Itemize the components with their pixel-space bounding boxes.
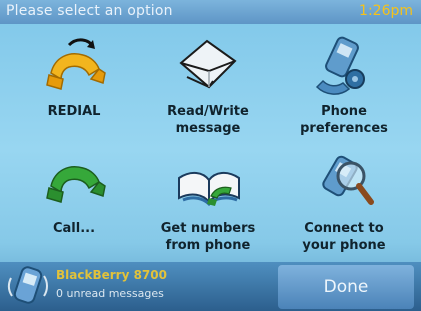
device-name: BlackBerry 8700 — [56, 268, 167, 282]
redial-icon — [46, 38, 106, 90]
bluetooth-phone-icon — [7, 266, 48, 304]
menu-item-label: REDIAL — [47, 104, 101, 119]
menu-item-read-write-message[interactable]: Read/Write message — [148, 33, 268, 153]
menu-item-label: Call... — [52, 221, 96, 236]
envelope-icon — [179, 39, 237, 89]
title-bar: Please select an option 1:26pm — [0, 0, 421, 24]
menu-item-phone-preferences[interactable]: Phone preferences — [284, 33, 404, 153]
menu-item-call[interactable]: Call... — [14, 150, 134, 270]
menu-item-redial[interactable]: REDIAL — [14, 33, 134, 153]
menu-item-label: Read/Write message — [167, 104, 249, 136]
unread-count: 0 unread messages — [56, 287, 164, 300]
page-title: Please select an option — [6, 3, 173, 19]
menu-item-label: Phone preferences — [300, 104, 388, 136]
menu-item-get-numbers[interactable]: Get numbers from phone — [148, 150, 268, 270]
navigation-screen: Please select an option 1:26pm REDIAL Re… — [0, 0, 421, 311]
menu-item-label: Connect to your phone — [302, 221, 386, 253]
phone-search-icon — [322, 155, 374, 205]
call-icon — [46, 166, 106, 203]
menu-item-label: Get numbers from phone — [160, 221, 256, 253]
phone-settings-icon — [315, 36, 365, 95]
phonebook-icon — [178, 172, 240, 207]
menu-item-connect-phone[interactable]: Connect to your phone — [284, 150, 404, 270]
done-button[interactable]: Done — [278, 265, 414, 309]
clock: 1:26pm — [359, 3, 413, 19]
